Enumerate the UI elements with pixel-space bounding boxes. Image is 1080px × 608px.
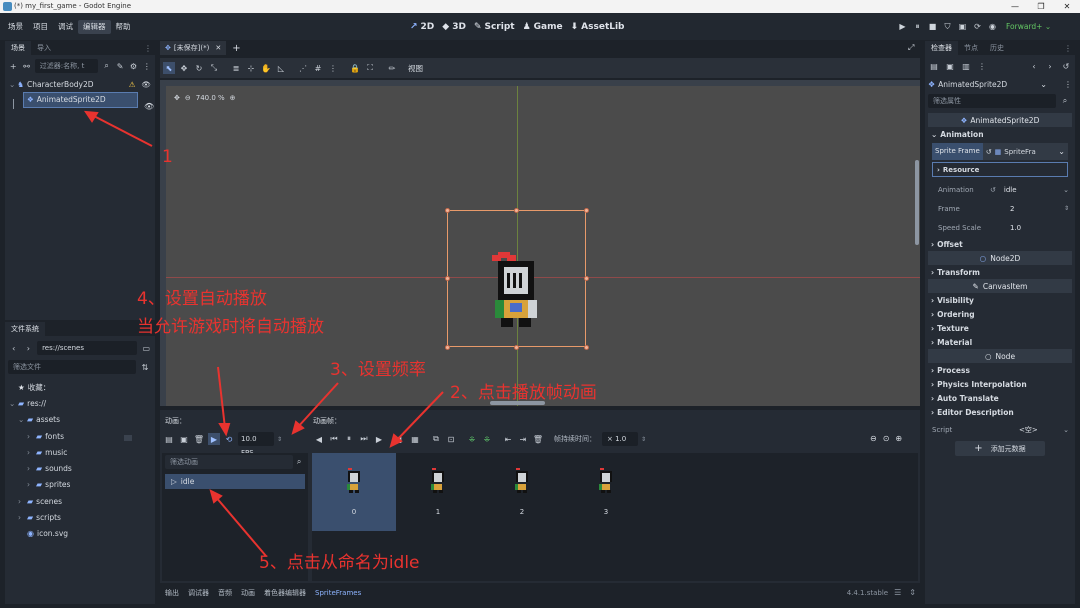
annotation-4-line2: 当允许游戏时将自动播放	[137, 317, 324, 337]
annotation-4-line1: 4、设置自动播放	[137, 289, 267, 309]
annotation-2: 2、点击播放帧动画	[450, 383, 597, 403]
annotation-1: 1	[162, 147, 173, 167]
annotation-3: 3、设置频率	[330, 360, 426, 380]
annotation-5: 5、点击从命名为idle	[259, 553, 420, 573]
